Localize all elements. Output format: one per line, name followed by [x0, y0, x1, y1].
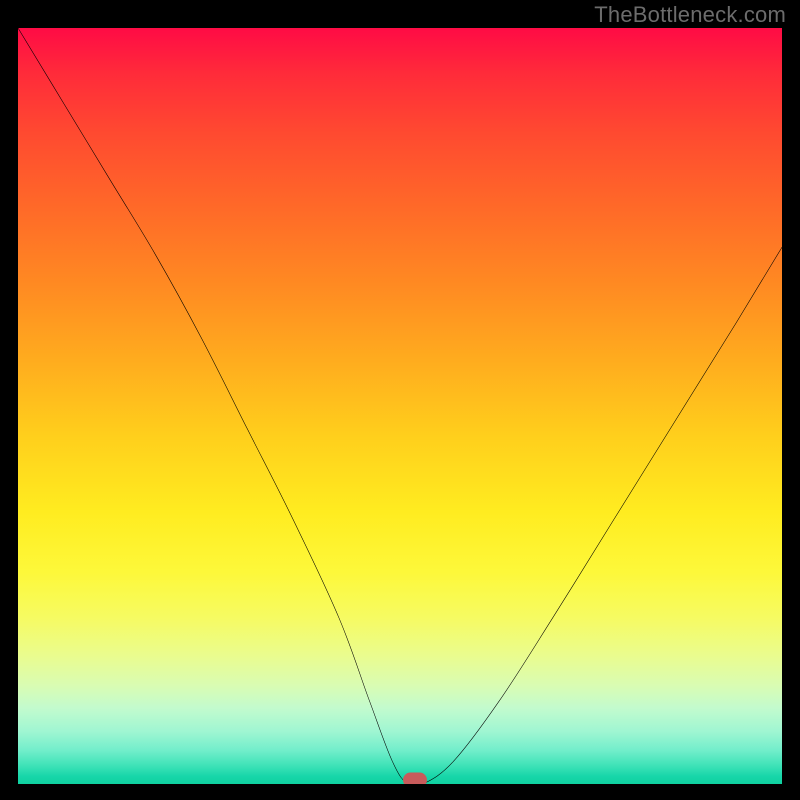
plot-area: [18, 28, 782, 784]
watermark-text: TheBottleneck.com: [594, 2, 786, 28]
curve-path: [18, 28, 782, 784]
chart-frame: TheBottleneck.com: [0, 0, 800, 800]
optimum-marker: [403, 773, 427, 784]
curve-svg: [18, 28, 782, 784]
